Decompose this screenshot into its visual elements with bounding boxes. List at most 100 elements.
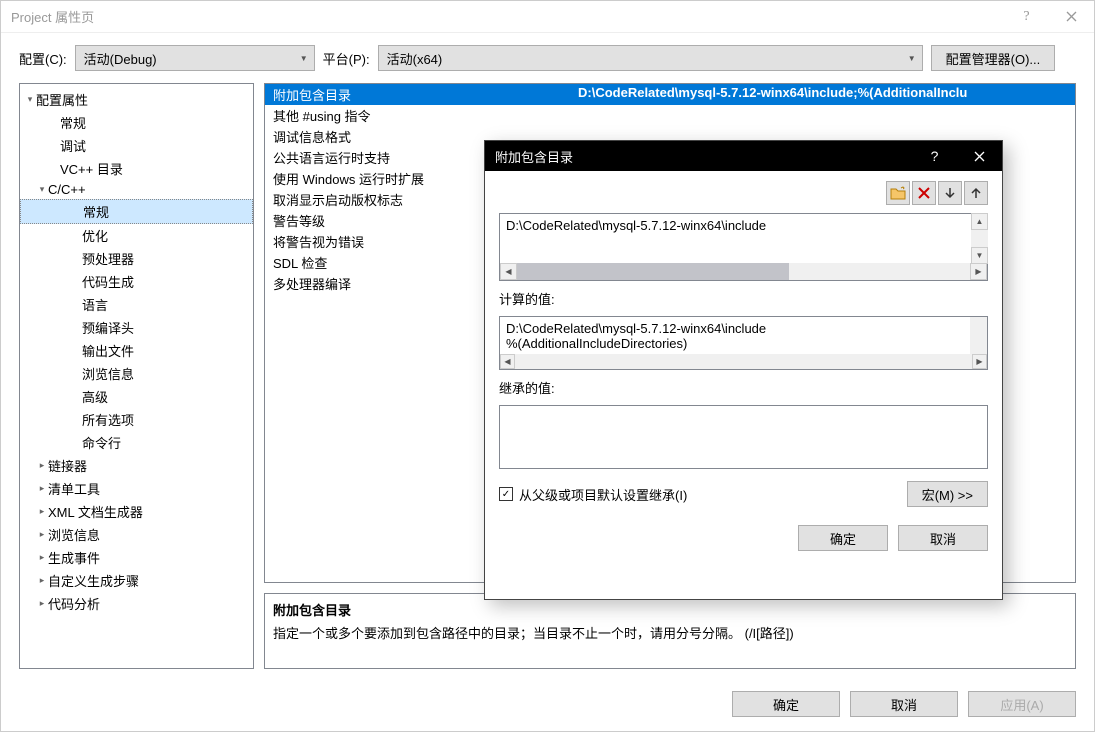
tree-item[interactable]: ▸优化 [20,224,253,247]
scroll-left-icon[interactable]: ◀ [500,263,517,280]
tree-item[interactable]: ▾C/C++ [20,180,253,199]
chevron-down-icon: ▼ [908,54,916,63]
macro-button[interactable]: 宏(M) >> [907,481,988,507]
entries-list-wrap: D:\CodeRelated\mysql-5.7.12-winx64\inclu… [499,213,988,281]
inherited-label: 继承的值: [499,378,988,397]
tree-item[interactable]: ▸浏览信息 [20,362,253,385]
tree-item[interactable]: ▸输出文件 [20,339,253,362]
config-manager-button[interactable]: 配置管理器(O)... [931,45,1056,71]
cancel-button[interactable]: 取消 [850,691,958,717]
scroll-track-v[interactable] [971,230,988,247]
tree-item[interactable]: ▸命令行 [20,431,253,454]
expand-icon[interactable]: ▾ [36,184,48,195]
arrow-up-icon [970,187,982,199]
config-combo[interactable]: 活动(Debug) ▼ [75,45,315,71]
scroll-track[interactable] [517,263,970,280]
popup-footer: 确定 取消 [499,519,988,551]
move-down-button[interactable] [938,181,962,205]
entry-row[interactable]: D:\CodeRelated\mysql-5.7.12-winx64\inclu… [506,218,981,233]
titlebar: Project 属性页 ? [1,1,1094,33]
tree-item[interactable]: ▸高级 [20,385,253,408]
tree-item[interactable]: ▸常规 [20,111,253,134]
tree-item[interactable]: ▸清单工具 [20,477,253,500]
new-folder-button[interactable] [886,181,910,205]
inherit-row: ✓ 从父级或项目默认设置继承(I) 宏(M) >> [499,477,988,511]
v-scrollbar-computed[interactable] [970,317,987,354]
expand-icon[interactable]: ▸ [36,460,48,471]
inherited-values-box [499,405,988,469]
tree-item-label: 链接器 [48,456,87,475]
expand-icon[interactable]: ▾ [24,94,36,105]
v-scrollbar[interactable]: ▲ ▼ [971,213,988,264]
delete-button[interactable] [912,181,936,205]
nav-tree[interactable]: ▾配置属性▸常规▸调试▸VC++ 目录▾C/C++▸常规▸优化▸预处理器▸代码生… [19,83,254,669]
tree-item[interactable]: ▸常规 [20,199,253,224]
tree-item[interactable]: ▸生成事件 [20,546,253,569]
tree-item-label: XML 文档生成器 [48,502,143,521]
expand-spacer: ▸ [70,299,82,310]
description-box: 附加包含目录 指定一个或多个要添加到包含路径中的目录；当目录不止一个时，请用分号… [264,593,1076,669]
tree-item-label: 预处理器 [82,249,134,268]
ok-button[interactable]: 确定 [732,691,840,717]
property-row[interactable]: 其他 #using 指令 [265,105,1075,126]
tree-item[interactable]: ▸调试 [20,134,253,157]
expand-spacer: ▸ [48,163,60,174]
popup-ok-button[interactable]: 确定 [798,525,888,551]
tree-item-label: 生成事件 [48,548,100,567]
tree-item[interactable]: ▸预处理器 [20,247,253,270]
expand-spacer: ▸ [70,276,82,287]
tree-item[interactable]: ▸链接器 [20,454,253,477]
h-scrollbar-computed[interactable]: ◀ ▶ [500,354,987,369]
help-button[interactable]: ? [1004,1,1049,33]
chevron-down-icon: ▼ [300,54,308,63]
tree-item[interactable]: ▾配置属性 [20,88,253,111]
entries-list[interactable]: D:\CodeRelated\mysql-5.7.12-winx64\inclu… [499,213,988,281]
tree-item[interactable]: ▸语言 [20,293,253,316]
tree-item-label: 代码分析 [48,594,100,613]
scroll-thumb[interactable] [517,263,789,280]
popup-close-button[interactable] [957,141,1002,171]
tree-item[interactable]: ▸浏览信息 [20,523,253,546]
property-row[interactable]: 附加包含目录D:\CodeRelated\mysql-5.7.12-winx64… [265,84,1075,105]
popup-help-button[interactable]: ? [912,141,957,171]
tree-item[interactable]: ▸VC++ 目录 [20,157,253,180]
popup-toolbar [499,181,988,205]
expand-icon[interactable]: ▸ [36,506,48,517]
expand-icon[interactable]: ▸ [36,575,48,586]
scroll-right-icon[interactable]: ▶ [970,263,987,280]
expand-icon[interactable]: ▸ [36,529,48,540]
scroll-up-icon[interactable]: ▲ [971,213,988,230]
tree-item-label: 常规 [60,113,86,132]
tree-item-label: 代码生成 [82,272,134,291]
move-up-button[interactable] [964,181,988,205]
tree-item-label: 配置属性 [36,90,88,109]
scroll-track[interactable] [515,354,972,369]
tree-item-label: 命令行 [82,433,121,452]
tree-item[interactable]: ▸预编译头 [20,316,253,339]
scroll-left-icon[interactable]: ◀ [500,354,515,369]
expand-spacer: ▸ [70,368,82,379]
popup-cancel-button[interactable]: 取消 [898,525,988,551]
scroll-down-icon[interactable]: ▼ [971,247,988,264]
tree-item[interactable]: ▸自定义生成步骤 [20,569,253,592]
expand-icon[interactable]: ▸ [36,483,48,494]
platform-combo[interactable]: 活动(x64) ▼ [378,45,923,71]
entries-list-content: D:\CodeRelated\mysql-5.7.12-winx64\inclu… [500,214,987,263]
inherit-checkbox-label: 从父级或项目默认设置继承(I) [519,485,687,504]
expand-icon[interactable]: ▸ [36,552,48,563]
close-button[interactable] [1049,1,1094,33]
tree-item[interactable]: ▸所有选项 [20,408,253,431]
h-scrollbar[interactable]: ◀ ▶ [500,263,987,280]
inherit-checkbox[interactable]: ✓ 从父级或项目默认设置继承(I) [499,485,687,504]
close-icon [1066,11,1077,22]
tree-item[interactable]: ▸代码分析 [20,592,253,615]
tree-item-label: 语言 [82,295,108,314]
tree-item-label: 浏览信息 [82,364,134,383]
tree-item[interactable]: ▸XML 文档生成器 [20,500,253,523]
tree-item[interactable]: ▸代码生成 [20,270,253,293]
platform-combo-value: 活动(x64) [387,49,443,68]
expand-spacer: ▸ [70,345,82,356]
expand-icon[interactable]: ▸ [36,598,48,609]
apply-button[interactable]: 应用(A) [968,691,1076,717]
scroll-right-icon[interactable]: ▶ [972,354,987,369]
